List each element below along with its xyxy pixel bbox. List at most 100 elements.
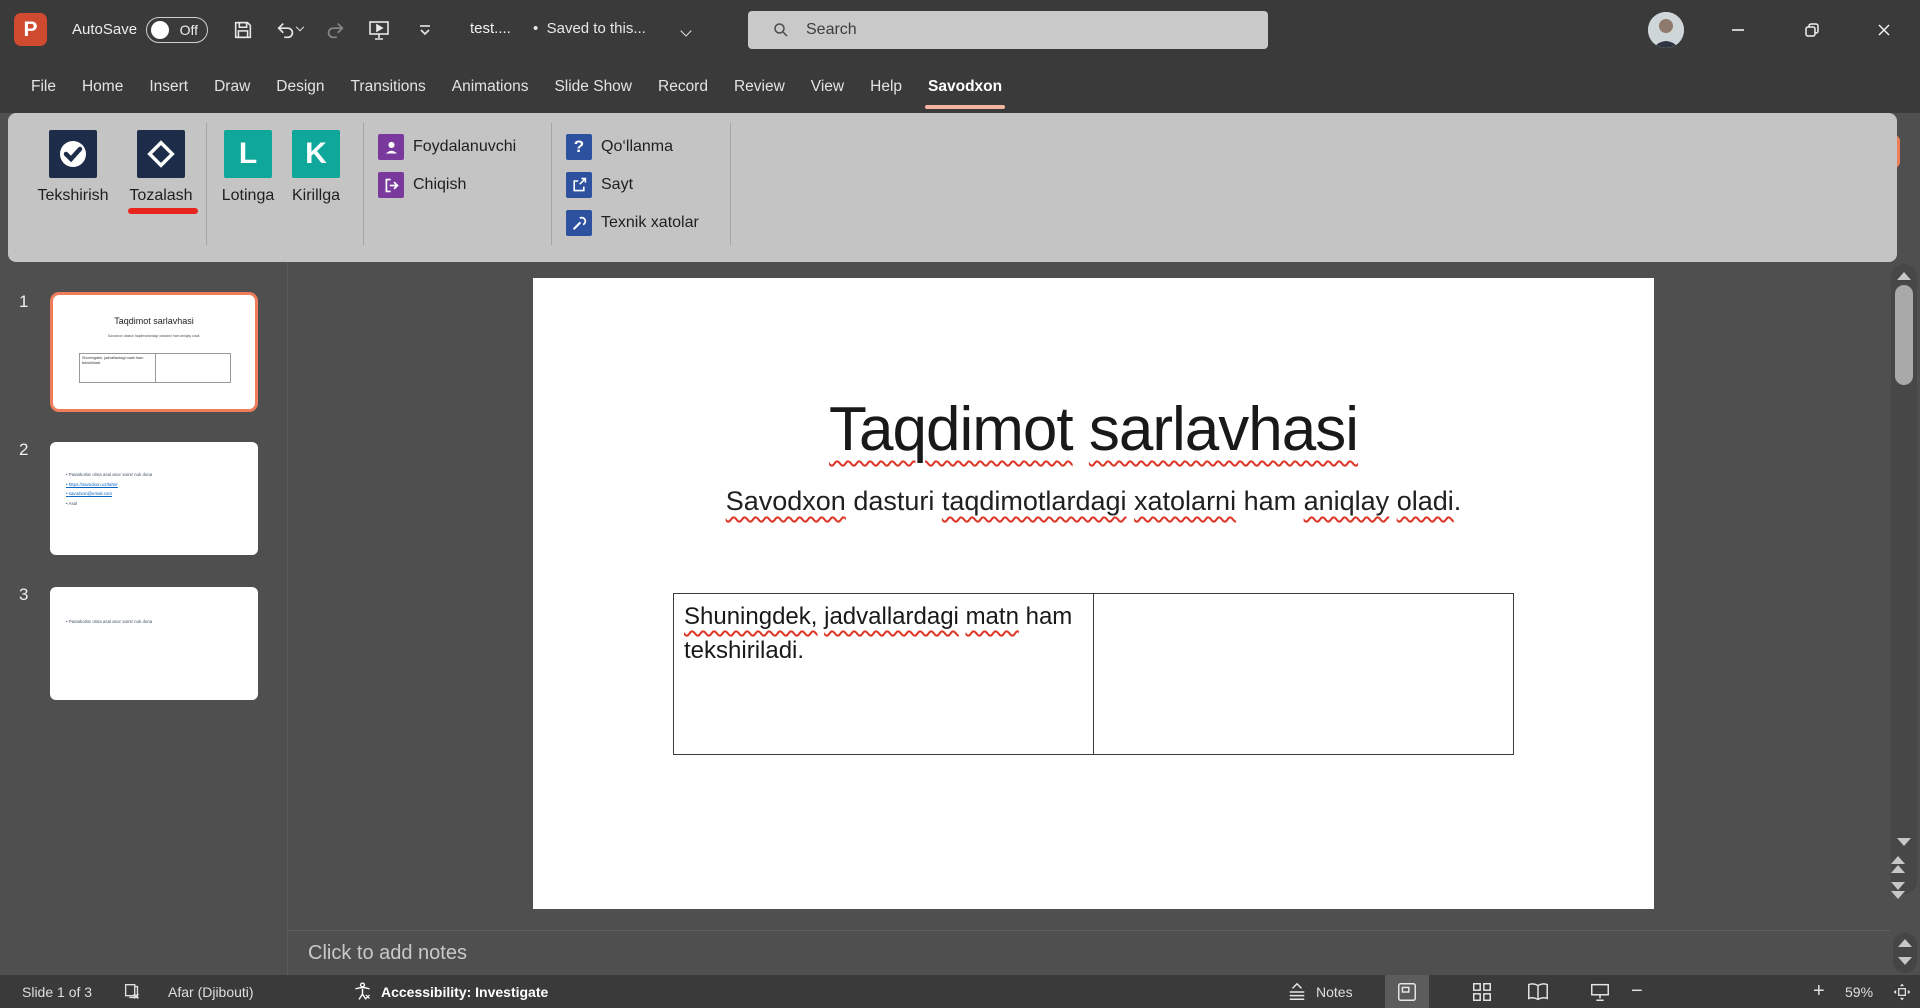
tab-review[interactable]: Review <box>721 60 798 113</box>
tab-help[interactable]: Help <box>857 60 915 113</box>
undo-dropdown-chevron-icon[interactable] <box>295 22 305 32</box>
lotinga-label: Lotinga <box>221 187 275 204</box>
slide-title[interactable]: Taqdimot sarlavhasi <box>533 394 1654 465</box>
toggle-knob-icon <box>151 21 169 39</box>
notes-scroll-down-icon[interactable] <box>1898 957 1912 965</box>
notes-toggle-button[interactable]: Notes <box>1286 975 1353 1008</box>
undo-icon <box>277 22 294 39</box>
zoom-level[interactable]: 59% <box>1845 975 1873 1008</box>
tab-design[interactable]: Design <box>263 60 337 113</box>
tab-view[interactable]: View <box>798 60 857 113</box>
slide-indicator-text: Slide 1 of 3 <box>22 983 93 1000</box>
tab-home[interactable]: Home <box>69 60 136 113</box>
tozalash-button[interactable]: Tozalash <box>126 130 196 205</box>
scroll-up-icon <box>1897 272 1911 280</box>
help-question-icon: ? <box>566 134 592 160</box>
fit-slide-to-window-button[interactable] <box>1886 975 1918 1008</box>
tab-insert[interactable]: Insert <box>136 60 201 113</box>
title-bar: P AutoSave Off test.... • Saved to this.… <box>0 0 1920 60</box>
kirillga-label: Kirillga <box>291 187 340 204</box>
slide-canvas[interactable]: Taqdimot sarlavhasi Savodxon dasturi taq… <box>533 278 1654 909</box>
external-link-icon <box>573 177 587 192</box>
start-slideshow-button[interactable] <box>362 14 396 46</box>
close-button[interactable] <box>1864 12 1904 48</box>
scroll-up-button[interactable] <box>1891 272 1917 280</box>
saved-separator: • <box>533 20 539 37</box>
accessibility-text: Accessibility: Investigate <box>381 983 549 1000</box>
normal-view-button[interactable] <box>1385 975 1429 1008</box>
slide-indicator[interactable]: Slide 1 of 3 <box>22 975 92 1008</box>
double-up-icon <box>1891 865 1905 873</box>
notes-pane[interactable]: Click to add notes <box>288 930 1890 975</box>
slide-1-thumbnail[interactable]: Taqdimot sarlavhasi Savodxon dasturi taq… <box>50 292 258 412</box>
scroll-down-icon <box>1897 838 1911 846</box>
wrench-icon <box>573 216 587 230</box>
slide-table[interactable]: Shuningdek, jadvallardagi matn ham teksh… <box>673 593 1514 755</box>
slideshow-view-icon <box>1591 983 1609 1001</box>
powerpoint-logo-icon[interactable]: P <box>14 13 47 46</box>
search-input[interactable]: Search <box>748 11 1268 49</box>
chiqish-label: Chiqish <box>413 176 467 193</box>
spellcheck-icon <box>49 130 97 178</box>
latin-letter-icon: L <box>238 137 258 170</box>
tekshirish-button[interactable]: Tekshirish <box>37 130 109 205</box>
qollanma-button[interactable]: ? Qo‘llanma <box>566 134 673 160</box>
logout-icon <box>385 178 399 192</box>
reading-view-button[interactable] <box>1516 975 1560 1008</box>
tab-record[interactable]: Record <box>645 60 721 113</box>
tab-animations[interactable]: Animations <box>439 60 542 113</box>
avatar-image <box>1648 12 1684 48</box>
restore-button[interactable] <box>1792 12 1832 48</box>
file-name[interactable]: test.... <box>470 20 511 37</box>
tab-slide-show[interactable]: Slide Show <box>541 60 645 113</box>
scrollbar-thumb[interactable] <box>1895 285 1913 385</box>
tab-draw[interactable]: Draw <box>201 60 263 113</box>
undo-button[interactable] <box>266 14 312 46</box>
saved-status-chevron-icon[interactable] <box>680 22 692 40</box>
user-avatar[interactable] <box>1648 12 1684 48</box>
lotinga-button[interactable]: L Lotinga <box>213 130 283 205</box>
texnik-xatolar-label: Texnik xatolar <box>601 214 699 231</box>
notes-scroll-up-icon[interactable] <box>1898 939 1912 947</box>
tab-transitions[interactable]: Transitions <box>338 60 439 113</box>
minimize-icon <box>1732 29 1744 31</box>
kirillga-button[interactable]: K Kirillga <box>281 130 351 205</box>
sayt-button[interactable]: Sayt <box>566 172 633 198</box>
panel-divider[interactable] <box>287 262 288 975</box>
customize-qat-icon <box>420 25 430 36</box>
notes-placeholder[interactable]: Click to add notes <box>308 942 467 965</box>
slide-3-thumbnail[interactable]: Paxtakorlar olma asal anor xamir nok don… <box>50 587 258 700</box>
spellcheck-status-button[interactable] <box>122 975 142 1008</box>
tab-file[interactable]: File <box>18 60 69 113</box>
autosave-toggle[interactable]: Off <box>146 17 208 43</box>
slide-table-cell-left[interactable]: Shuningdek, jadvallardagi matn ham teksh… <box>674 594 1094 754</box>
previous-slide-button[interactable] <box>1891 856 1917 873</box>
mini-slide-subtitle: Savodxon dasturi taqdimotlardagi xatolar… <box>107 334 201 338</box>
slide-sorter-view-button[interactable] <box>1460 975 1504 1008</box>
save-button[interactable] <box>226 14 260 46</box>
tekshirish-label: Tekshirish <box>37 187 109 204</box>
tab-savodxon-active[interactable]: Savodxon <box>915 60 1015 113</box>
zoom-out-button[interactable]: − <box>1631 975 1643 1008</box>
language-button[interactable]: Afar (Djibouti) <box>168 975 254 1008</box>
scroll-down-button[interactable] <box>1891 838 1917 846</box>
texnik-xatolar-button[interactable]: Texnik xatolar <box>566 210 699 236</box>
slideshow-view-button[interactable] <box>1578 975 1622 1008</box>
zoom-in-button[interactable]: + <box>1813 975 1825 1008</box>
qollanma-label: Qo‘llanma <box>601 138 674 155</box>
foydalanuvchi-button[interactable]: Foydalanuvchi <box>378 134 516 160</box>
saved-status[interactable]: • Saved to this... <box>533 20 646 37</box>
notes-icon <box>1289 982 1305 1000</box>
minimize-button[interactable] <box>1718 12 1758 48</box>
accessibility-button[interactable]: Accessibility: Investigate <box>352 975 548 1008</box>
chiqish-button[interactable]: Chiqish <box>378 172 466 198</box>
slide-subtitle[interactable]: Savodxon dasturi taqdimotlardagi xatolar… <box>533 486 1654 517</box>
next-slide-button[interactable] <box>1891 882 1917 899</box>
slide-2-thumbnail[interactable]: Paxtakorlar olma asal anor xamir nok don… <box>50 442 258 555</box>
mini-table-cell-empty <box>156 354 231 382</box>
foydalanuvchi-label: Foydalanuvchi <box>413 138 517 155</box>
customize-quick-access-toolbar-button[interactable] <box>408 14 442 46</box>
notes-scrollbar[interactable] <box>1893 933 1917 973</box>
mini-slide-table: Shuningdek, jadvallardagi matn ham teksh… <box>79 353 231 383</box>
slide-table-cell-right[interactable] <box>1094 594 1513 754</box>
